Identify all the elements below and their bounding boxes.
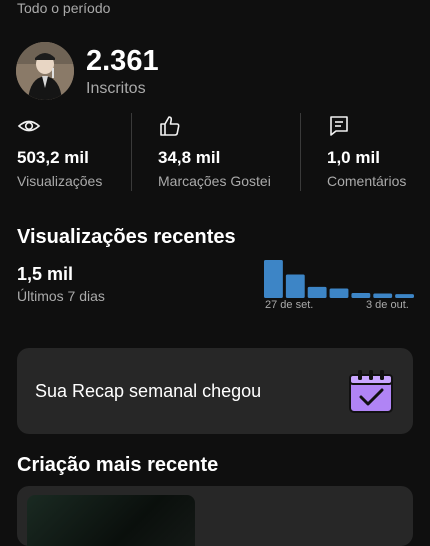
calendar-check-icon [349,370,393,413]
chart-bar [285,274,305,298]
x-tick-label: 27 de set. [265,299,314,311]
stat-comments-label: Comentários [327,173,407,189]
chart-bar [373,293,393,298]
stat-comments[interactable]: 1,0 mil Comentários [327,112,422,192]
channel-avatar[interactable] [16,42,74,100]
avatar-image [16,42,74,100]
divider [131,113,132,191]
chart-bar [307,286,327,298]
thumbs-up-icon [160,116,180,136]
stat-likes-value: 34,8 mil [158,148,221,167]
chart-bar [395,294,414,298]
weekly-recap-text: Sua Recap semanal chegou [35,381,262,401]
stat-views-value: 503,2 mil [17,148,89,167]
video-thumbnail[interactable] [27,495,195,546]
stat-views[interactable]: 503,2 mil Visualizações [17,112,125,192]
stat-likes-label: Marcações Gostei [158,173,271,189]
chart-bar [351,292,371,298]
comment-icon [330,116,348,136]
x-tick-label: 3 de out. [366,299,409,311]
chart-bar [264,260,283,298]
recent-views-value: 1,5 mil [17,264,74,284]
weekly-recap-card[interactable]: Sua Recap semanal chegou [17,348,413,434]
latest-creation-card[interactable] [17,486,413,546]
recent-views-period: Últimos 7 dias [17,288,105,304]
recent-views-title: Visualizações recentes [17,226,236,248]
period-label: Todo o período [17,0,111,16]
divider [300,113,301,191]
subscriber-label: Inscritos [86,80,146,97]
stat-views-label: Visualizações [17,173,103,189]
stat-comments-value: 1,0 mil [327,148,380,167]
chart-bar [329,288,349,298]
recent-views-chart[interactable] [264,258,414,298]
subscriber-count: 2.361 [86,45,159,77]
eye-icon [17,120,41,132]
stat-likes[interactable]: 34,8 mil Marcações Gostei [158,112,288,192]
latest-creation-title: Criação mais recente [17,454,219,476]
